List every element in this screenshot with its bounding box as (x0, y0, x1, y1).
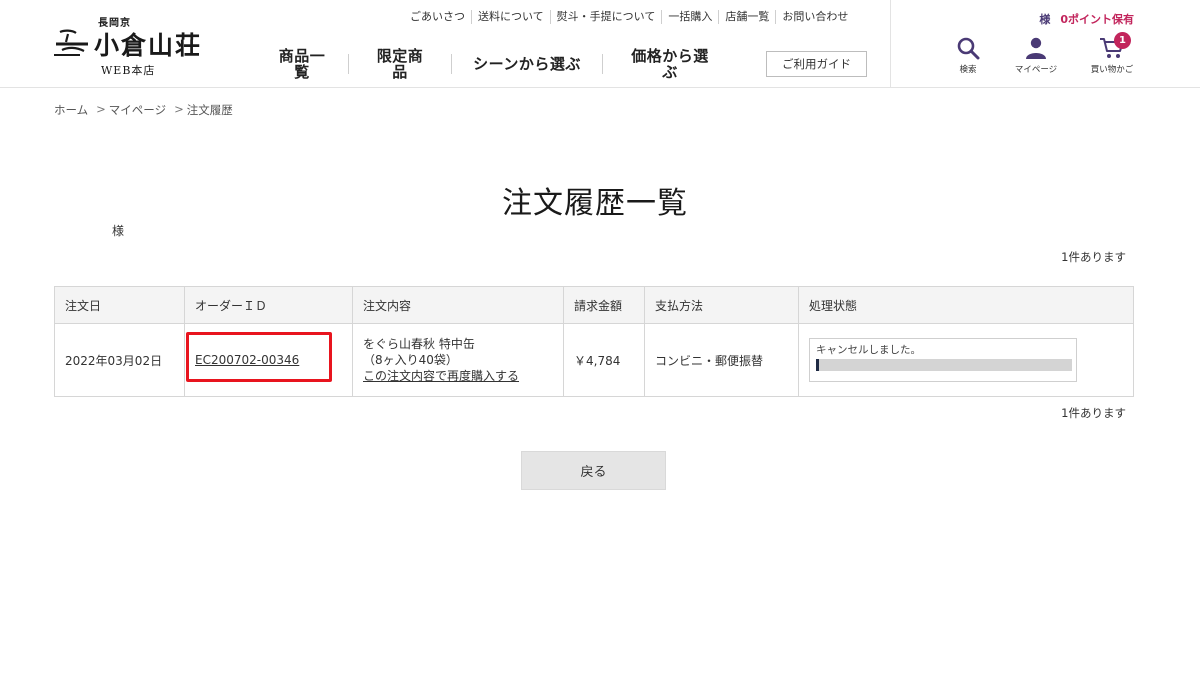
logo-web-text: WEB本店 (101, 64, 156, 77)
mainnav-products[interactable]: 商品一覧 (256, 48, 348, 80)
points-info: 様 0ポイント保有 (1039, 11, 1134, 27)
result-count-bottom: 1件あります (1061, 406, 1126, 420)
mainnav-price-label: 価格から選ぶ (631, 47, 709, 81)
mypage-button[interactable]: マイページ (1006, 36, 1066, 80)
mainnav-price[interactable]: 価格から選ぶ (602, 48, 737, 80)
topnav-contact[interactable]: お問い合わせ (775, 10, 854, 24)
header-status: 処理状態 (798, 286, 1134, 324)
header-amount: 請求金額 (563, 286, 645, 324)
status-box: キャンセルしました。 (809, 338, 1077, 382)
page-title: 注文履歴一覧 (502, 186, 688, 221)
order-date: 2022年03月02日 (54, 323, 185, 397)
order-amount: ￥4,784 (563, 323, 645, 397)
table-header-row: 注文日 オーダーＩＤ 注文内容 請求金額 支払方法 処理状態 (54, 286, 1134, 324)
site-logo[interactable]: 長岡京 小倉山荘 WEB本店 (54, 14, 214, 78)
breadcrumb-separator: > (96, 102, 106, 116)
search-label: 検索 (959, 65, 977, 75)
logo-main-text: 小倉山荘 (94, 31, 203, 60)
breadcrumb-mypage[interactable]: マイページ (109, 102, 166, 118)
topnav-greeting[interactable]: ごあいさつ (404, 10, 471, 24)
mainnav-limited[interactable]: 限定商品 (348, 48, 451, 80)
search-button[interactable]: 検索 (938, 36, 998, 80)
top-nav: ごあいさつ 送料について 熨斗・手提について 一括購入 店舗一覧 お問い合わせ (404, 10, 854, 24)
back-button[interactable]: 戻る (521, 451, 666, 490)
points-balance: 0ポイント保有 (1060, 13, 1134, 26)
mainnav-limited-label: 限定商品 (376, 47, 424, 81)
site-header: 長岡京 小倉山荘 WEB本店 ごあいさつ 送料について 熨斗・手提について 一括… (0, 0, 1200, 88)
mypage-label: マイページ (1014, 65, 1058, 75)
cart-label: 買い物かご (1090, 65, 1134, 75)
header-order-date: 注文日 (54, 286, 185, 324)
mainnav-products-label: 商品一覧 (278, 47, 326, 81)
topnav-noshi[interactable]: 熨斗・手提について (549, 10, 662, 24)
order-id-link[interactable]: EC200702-00346 (195, 353, 321, 367)
cart-button[interactable]: 1 買い物かご (1082, 32, 1142, 80)
result-count-top: 1件あります (1061, 250, 1126, 264)
breadcrumb-home[interactable]: ホーム (54, 102, 88, 118)
order-content-cell: をぐら山春秋 特中缶 （8ヶ入り40袋） この注文内容で再度購入する (352, 323, 564, 397)
order-id-cell: EC200702-00346 (184, 323, 353, 397)
user-icon (1026, 37, 1046, 59)
breadcrumb-separator: > (174, 102, 184, 116)
header-divider (890, 0, 891, 88)
search-icon (957, 37, 980, 60)
status-progress-fill (816, 359, 819, 371)
logo-mark-icon (54, 29, 88, 56)
topnav-stores[interactable]: 店舗一覧 (718, 10, 775, 24)
product-detail: （8ヶ入り40袋） (363, 353, 458, 367)
user-name: 様 (112, 224, 125, 238)
user-suffix: 様 (1039, 13, 1051, 26)
breadcrumb: ホーム > マイページ > 注文履歴 (54, 102, 233, 118)
payment-method: コンビニ・郵便振替 (644, 323, 799, 397)
product-name: をぐら山春秋 特中缶 (363, 337, 475, 351)
cart-count-badge: 1 (1114, 32, 1131, 49)
order-history-table: 注文日 オーダーＩＤ 注文内容 請求金額 支払方法 処理状態 2022年03月0… (54, 286, 1134, 397)
header-order-content: 注文内容 (352, 286, 564, 324)
topnav-bulk-purchase[interactable]: 一括購入 (661, 10, 718, 24)
topnav-shipping[interactable]: 送料について (471, 10, 550, 24)
status-progress-bar (816, 359, 1072, 371)
mainnav-scene[interactable]: シーンから選ぶ (451, 54, 602, 74)
table-row: 2022年03月02日 EC200702-00346 をぐら山春秋 特中缶 （8… (54, 323, 1134, 397)
breadcrumb-current: 注文履歴 (186, 103, 233, 117)
main-nav: 商品一覧 限定商品 シーンから選ぶ 価格から選ぶ (256, 46, 737, 82)
header-order-id: オーダーＩＤ (184, 286, 353, 324)
status-text: キャンセルしました。 (816, 344, 921, 356)
status-cell: キャンセルしました。 (798, 323, 1134, 397)
header-payment: 支払方法 (644, 286, 799, 324)
user-guide-button[interactable]: ご利用ガイド (766, 51, 867, 77)
rebuy-link[interactable]: この注文内容で再度購入する (363, 369, 519, 383)
